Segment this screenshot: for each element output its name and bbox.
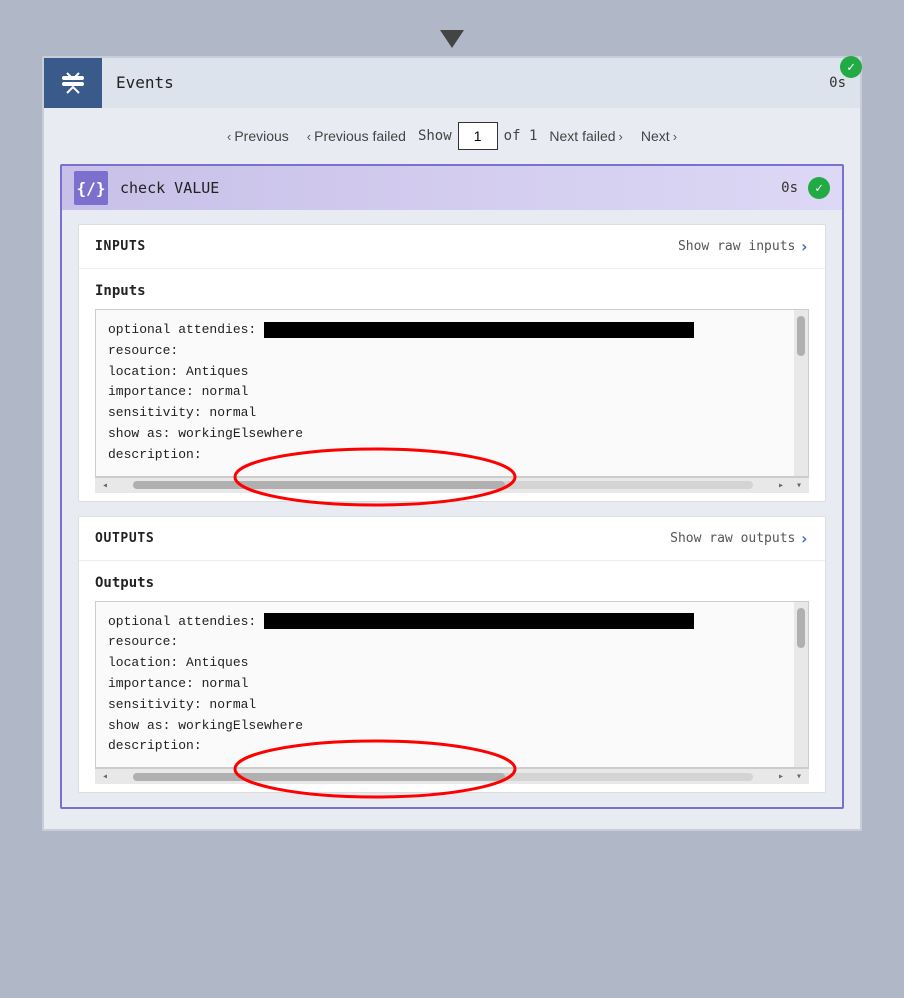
outputs-subtitle: Outputs [95,575,809,591]
input-line-2: resource: [108,341,790,362]
header-title: Events [102,58,815,108]
outputs-panel: OUTPUTS Show raw outputs › Outputs optio… [78,516,826,794]
step-timer: 0s [781,180,798,196]
scroll-left-icon[interactable]: ◂ [97,477,113,493]
down-arrow-icon [440,30,464,48]
show-raw-inputs-label: Show raw inputs [678,239,795,254]
outputs-scroll-down-icon[interactable]: ▾ [791,769,807,785]
outputs-panel-title: OUTPUTS [95,531,154,546]
inputs-v-scrollbar[interactable] [794,310,808,476]
input-line-3: location: Antiques [108,362,790,383]
of-label: of 1 [504,128,538,144]
output-line-2: resource: [108,632,790,653]
inputs-h-track [133,481,753,489]
inputs-panel: INPUTS Show raw inputs › Inputs optional… [78,224,826,502]
show-input[interactable] [458,122,498,150]
chevron-right-icon: › [673,129,677,144]
chevron-right-failed-icon: › [619,129,623,144]
show-raw-outputs-label: Show raw outputs [670,531,795,546]
inputs-code-content[interactable]: optional attendies: resource: location: … [96,310,808,476]
next-label: Next [641,128,670,144]
scroll-right-icon[interactable]: ▸ [773,477,789,493]
inputs-subtitle: Inputs [95,283,809,299]
previous-button[interactable]: ‹ Previous [221,124,295,148]
outputs-h-scrollbar[interactable]: ◂ ▸ ▾ [95,768,809,784]
input-line-4: importance: normal [108,382,790,403]
next-failed-label: Next failed [549,128,615,144]
step-success-check: ✓ [808,177,830,199]
previous-label: Previous [234,128,288,144]
output-line-6: show as: workingElsewhere [108,716,790,737]
input-line-7: description: [108,445,790,466]
header-bar: Events 0s ✓ [44,58,860,108]
chevron-right-inputs-icon: › [799,237,809,256]
previous-failed-label: Previous failed [314,128,406,144]
inputs-panel-body: Inputs optional attendies: resource: loc… [79,269,825,501]
show-raw-inputs-link[interactable]: Show raw inputs › [678,237,809,256]
header-success-check: ✓ [840,56,862,78]
output-line-5: sensitivity: normal [108,695,790,716]
inputs-h-scrollbar[interactable]: ◂ ▸ ▾ [95,477,809,493]
outputs-code-area: optional attendies: resource: location: … [95,601,809,769]
inputs-panel-title: INPUTS [95,239,146,254]
step-title: check VALUE [120,179,781,197]
outputs-panel-body: Outputs optional attendies: resource: lo… [79,561,825,793]
output-line-7: description: [108,736,790,757]
input-line-5: sensitivity: normal [108,403,790,424]
outputs-v-scrollbar-thumb [797,608,805,648]
step-block: {/} check VALUE 0s ✓ INPUTS Show raw inp… [60,164,844,809]
output-line-4: importance: normal [108,674,790,695]
outputs-code-wrapper: optional attendies: resource: location: … [95,601,809,785]
show-raw-outputs-link[interactable]: Show raw outputs › [670,529,809,548]
outputs-v-scrollbar[interactable] [794,602,808,768]
input-line-1: optional attendies: [108,320,790,341]
redacted-output-1 [264,613,694,629]
chevron-right-outputs-icon: › [799,529,809,548]
scroll-down-icon[interactable]: ▾ [791,477,807,493]
input-line-6: show as: workingElsewhere [108,424,790,445]
step-icon-box: {/} [74,171,108,205]
nav-bar: ‹ Previous ‹ Previous failed Show of 1 N… [44,108,860,164]
chevron-left-icon: ‹ [227,129,231,144]
outputs-code-content[interactable]: optional attendies: resource: location: … [96,602,808,768]
main-container: Events 0s ✓ ‹ Previous ‹ Previous failed… [42,56,862,831]
show-label: Show [418,128,452,144]
inputs-code-area: optional attendies: resource: location: … [95,309,809,477]
output-line-3: location: Antiques [108,653,790,674]
next-failed-button[interactable]: Next failed › [543,124,629,148]
outputs-scroll-right-icon[interactable]: ▸ [773,769,789,785]
output-line-1: optional attendies: [108,612,790,633]
step-header: {/} check VALUE 0s ✓ [62,166,842,210]
chevron-left-failed-icon: ‹ [307,129,311,144]
outputs-h-thumb [133,773,505,781]
previous-failed-button[interactable]: ‹ Previous failed [301,124,412,148]
next-button[interactable]: Next › [635,124,683,148]
inputs-panel-header: INPUTS Show raw inputs › [79,225,825,269]
outputs-h-track [133,773,753,781]
events-icon [59,69,87,97]
inputs-code-wrapper: optional attendies: resource: location: … [95,309,809,493]
inputs-h-thumb [133,481,505,489]
outputs-panel-header: OUTPUTS Show raw outputs › [79,517,825,561]
redacted-input-1 [264,322,694,338]
outputs-scroll-left-icon[interactable]: ◂ [97,769,113,785]
inputs-v-scrollbar-thumb [797,316,805,356]
header-icon-box [44,58,102,108]
